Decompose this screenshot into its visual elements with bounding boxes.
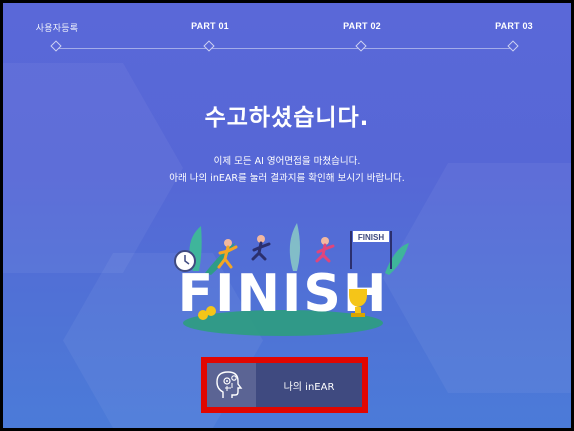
step-marker	[507, 40, 519, 52]
step-part-01: PART 01	[160, 21, 260, 52]
step-register: 사용자등록	[7, 21, 107, 52]
my-inear-button[interactable]: 나의 inEAR	[207, 363, 362, 407]
progress-line	[57, 48, 515, 49]
step-label: PART 02	[343, 21, 381, 31]
my-inear-label: 나의 inEAR	[283, 381, 335, 393]
message-line-2: 아래 나의 inEAR를 눌러 결과지를 확인해 보시기 바랍니다.	[169, 173, 405, 184]
progress-steps: 사용자등록 PART 01 PART 02 PART 03	[3, 3, 571, 63]
step-label: PART 01	[191, 21, 229, 31]
finish-banner-text: FINISH	[358, 233, 384, 242]
finish-screen: 사용자등록 PART 01 PART 02 PART 03 수고하셨습니다. 이…	[3, 3, 571, 428]
page-title: 수고하셨습니다.	[204, 105, 370, 131]
step-marker	[50, 40, 62, 52]
brain-gear-icon	[207, 363, 256, 407]
step-part-03: PART 03	[464, 21, 564, 52]
message-line-1: 이제 모든 AI 영어면접을 마쳤습니다.	[213, 156, 361, 167]
step-marker	[203, 40, 215, 52]
step-part-02: PART 02	[312, 21, 412, 52]
step-label: PART 03	[495, 21, 533, 31]
finish-celebration-illustration: FINISH FINISH	[174, 223, 409, 336]
step-marker	[355, 40, 367, 52]
result-button-highlight: 나의 inEAR	[201, 357, 368, 413]
step-label: 사용자등록	[35, 23, 79, 33]
